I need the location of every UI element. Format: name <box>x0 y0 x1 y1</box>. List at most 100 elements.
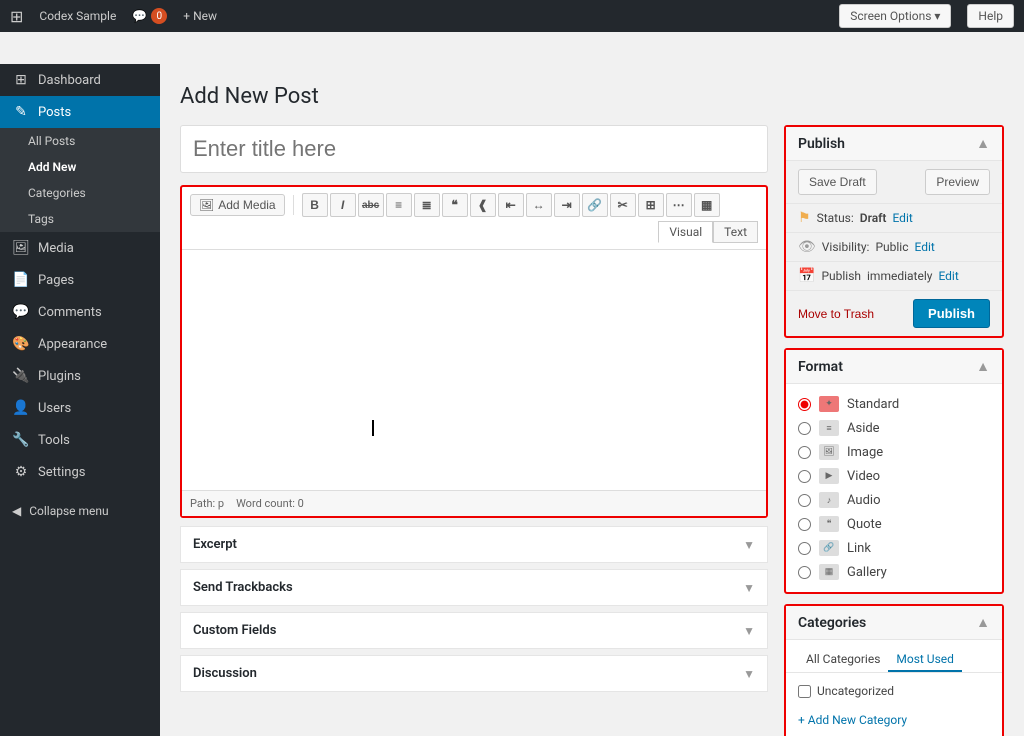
help-button[interactable]: Help <box>967 4 1014 28</box>
excerpt-toggle-icon: ▼ <box>743 538 755 552</box>
unlink-button[interactable]: ✂ <box>610 193 636 217</box>
admin-bar: ⊞ Codex Sample 💬 0 + New Screen Options … <box>0 0 1024 32</box>
sidebar-item-appearance[interactable]: 🎨 Appearance <box>0 328 160 360</box>
sidebar-item-media[interactable]: 🖼 Media <box>0 232 160 264</box>
editor-wrap: 🖼 Add Media B I abc ≡ ≣ ❝ ❰ ⇤ <box>180 185 768 518</box>
publish-visibility-row: 👁 Visibility: Public Edit <box>786 233 1002 262</box>
code-button[interactable]: ❰ <box>470 193 496 217</box>
visibility-label: Visibility: <box>822 240 870 254</box>
format-toggle-icon[interactable]: ▲ <box>976 358 990 375</box>
format-option-image: 🖼 Image <box>798 440 990 464</box>
sidebar-item-add-new[interactable]: Add New <box>0 154 160 180</box>
sidebar-label-posts: Posts <box>38 105 71 120</box>
strikethrough-button[interactable]: abc <box>358 193 384 217</box>
most-used-tab[interactable]: Most Used <box>888 648 962 672</box>
sidebar-item-settings[interactable]: ⚙ Settings <box>0 456 160 488</box>
visibility-icon: 👁 <box>798 239 816 255</box>
excerpt-header[interactable]: Excerpt ▼ <box>181 527 767 562</box>
bold-button[interactable]: B <box>302 193 328 217</box>
publish-button[interactable]: Publish <box>913 299 990 328</box>
discussion-header[interactable]: Discussion ▼ <box>181 656 767 691</box>
publish-actions: Save Draft Preview <box>786 161 1002 204</box>
post-title-input[interactable] <box>180 125 768 173</box>
format-radio-gallery[interactable] <box>798 566 811 579</box>
site-name[interactable]: Codex Sample <box>39 9 116 23</box>
publish-toggle-icon[interactable]: ▲ <box>976 135 990 152</box>
format-radio-aside[interactable] <box>798 422 811 435</box>
blockquote-button[interactable]: ❝ <box>442 193 468 217</box>
format-option-gallery: ▦ Gallery <box>798 560 990 584</box>
categories-toggle-icon[interactable]: ▲ <box>976 614 990 631</box>
sidebar-item-tags[interactable]: Tags <box>0 206 160 232</box>
text-tab[interactable]: Text <box>713 221 758 243</box>
all-categories-tab[interactable]: All Categories <box>798 648 888 672</box>
sidebar-item-users[interactable]: 👤 Users <box>0 392 160 424</box>
link-format-icon: 🔗 <box>819 540 839 556</box>
sidebar-item-plugins[interactable]: 🔌 Plugins <box>0 360 160 392</box>
preview-button[interactable]: Preview <box>925 169 990 195</box>
format-radio-video[interactable] <box>798 470 811 483</box>
discussion-title: Discussion <box>193 666 257 681</box>
screen-options-button[interactable]: Screen Options ▾ <box>839 4 951 28</box>
save-draft-button[interactable]: Save Draft <box>798 169 877 195</box>
category-label-uncategorized: Uncategorized <box>817 684 894 698</box>
align-right-button[interactable]: ⇥ <box>554 193 580 217</box>
content-sidebar: Publish ▲ Save Draft Preview ⚑ Status: D… <box>784 125 1004 736</box>
format-radio-link[interactable] <box>798 542 811 555</box>
unordered-list-button[interactable]: ≡ <box>386 193 412 217</box>
wp-logo-icon[interactable]: ⊞ <box>10 7 23 26</box>
sidebar-item-tools[interactable]: 🔧 Tools <box>0 424 160 456</box>
visibility-edit-link[interactable]: Edit <box>915 240 935 254</box>
align-left-button[interactable]: ⇤ <box>498 193 524 217</box>
publish-footer: Move to Trash Publish <box>786 291 1002 336</box>
italic-button[interactable]: I <box>330 193 356 217</box>
sidebar-item-pages[interactable]: 📄 Pages <box>0 264 160 296</box>
ordered-list-button[interactable]: ≣ <box>414 193 440 217</box>
sidebar-item-posts[interactable]: ✎ Posts <box>0 96 160 128</box>
add-media-button[interactable]: 🖼 Add Media <box>190 194 285 216</box>
main-content: Add New Post 🖼 Add Media B I <box>160 64 1024 736</box>
custom-fields-title: Custom Fields <box>193 623 276 638</box>
date-label: Publish <box>821 269 861 283</box>
audio-icon: ♪ <box>819 492 839 508</box>
editor-footer: Path: p Word count: 0 <box>182 490 766 516</box>
new-post-link[interactable]: + New <box>183 9 217 23</box>
sidebar-item-dashboard[interactable]: ⊞ Dashboard <box>0 64 160 96</box>
date-value: immediately <box>867 269 932 283</box>
discussion-toggle-icon: ▼ <box>743 667 755 681</box>
sidebar-item-categories[interactable]: Categories <box>0 180 160 206</box>
table-button[interactable]: ▦ <box>694 193 720 217</box>
sidebar-item-comments[interactable]: 💬 Comments <box>0 296 160 328</box>
posts-icon: ✎ <box>12 104 30 120</box>
excerpt-title: Excerpt <box>193 537 237 552</box>
excerpt-box: Excerpt ▼ <box>180 526 768 563</box>
sidebar-label-users: Users <box>38 401 71 416</box>
format-radio-image[interactable] <box>798 446 811 459</box>
add-new-category-link[interactable]: + Add New Category <box>798 713 907 727</box>
format-radio-quote[interactable] <box>798 518 811 531</box>
date-edit-link[interactable]: Edit <box>938 269 958 283</box>
editor-body[interactable] <box>182 250 766 490</box>
visual-tab[interactable]: Visual <box>658 221 713 243</box>
publish-box: Publish ▲ Save Draft Preview ⚑ Status: D… <box>784 125 1004 338</box>
video-icon: ▶ <box>819 468 839 484</box>
trackbacks-header[interactable]: Send Trackbacks ▼ <box>181 570 767 605</box>
sidebar-item-all-posts[interactable]: All Posts <box>0 128 160 154</box>
format-radio-standard[interactable] <box>798 398 811 411</box>
trackbacks-box: Send Trackbacks ▼ <box>180 569 768 606</box>
collapse-menu-button[interactable]: ◀ Collapse menu <box>0 496 160 526</box>
publish-date-row: 📅 Publish immediately Edit <box>786 262 1002 291</box>
link-button[interactable]: 🔗 <box>582 193 608 217</box>
category-checkbox-uncategorized[interactable] <box>798 685 811 698</box>
more-button[interactable]: ⋯ <box>666 193 692 217</box>
align-center-button[interactable]: ↔ <box>526 193 552 217</box>
format-radio-audio[interactable] <box>798 494 811 507</box>
fullscreen-button[interactable]: ⊞ <box>638 193 664 217</box>
format-label-video: Video <box>847 469 880 484</box>
comment-icon: 💬 <box>132 9 147 23</box>
custom-fields-header[interactable]: Custom Fields ▼ <box>181 613 767 648</box>
comments-link[interactable]: 💬 0 <box>132 8 167 24</box>
visibility-value: Public <box>875 240 908 254</box>
move-to-trash-button[interactable]: Move to Trash <box>798 307 874 321</box>
status-edit-link[interactable]: Edit <box>892 211 912 225</box>
